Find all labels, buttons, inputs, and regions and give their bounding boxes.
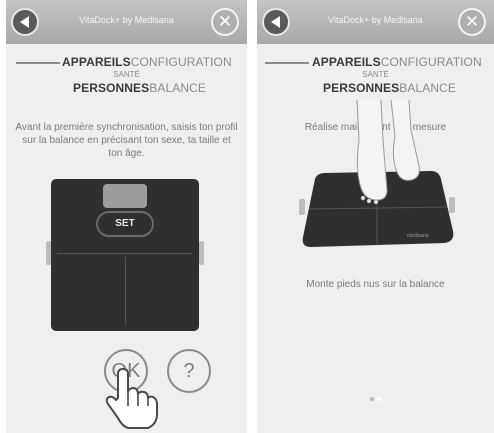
nav-configuration[interactable]: CONFIGURATION	[131, 55, 232, 69]
close-button[interactable]: ✕	[211, 8, 239, 36]
setup-screen-measure: VitaDock+ by Medisana ✕ APPAREILSCONFIGU…	[257, 0, 494, 433]
scale-brand: medisana	[407, 233, 429, 239]
page-dot	[370, 397, 374, 401]
nav-divider	[16, 62, 60, 64]
back-arrow-icon	[20, 16, 29, 28]
nav-personnes[interactable]: PERSONNES	[323, 81, 399, 95]
app-title: VitaDock+ by Medisana	[328, 15, 423, 25]
nav-balance[interactable]: BALANCE	[149, 81, 206, 95]
nav-appareils[interactable]: APPAREILS	[62, 55, 131, 69]
feet-icon	[356, 100, 420, 205]
nav-row-1: APPAREILSCONFIGURATION	[312, 55, 482, 69]
scale-divider	[57, 253, 193, 254]
nav-personnes[interactable]: PERSONNES	[73, 81, 149, 95]
breadcrumb-nav: APPAREILSCONFIGURATION SANTÉ PERSONNESBA…	[257, 52, 494, 100]
hand-pointer-icon	[105, 368, 158, 429]
app-title: VitaDock+ by Medisana	[79, 15, 174, 25]
close-button[interactable]: ✕	[458, 8, 486, 36]
nav-sante[interactable]: SANTÉ	[257, 70, 494, 79]
set-label: SET	[115, 218, 135, 229]
nav-appareils[interactable]: APPAREILS	[312, 55, 381, 69]
breadcrumb-nav: APPAREILSCONFIGURATION SANTÉ PERSONNESBA…	[6, 52, 247, 100]
help-label: ?	[183, 360, 195, 382]
nav-row-1: APPAREILSCONFIGURATION	[62, 55, 232, 69]
scale-electrode	[46, 241, 51, 265]
hint-text: Monte pieds nus sur la balance	[306, 279, 445, 290]
scale-divider	[125, 257, 126, 325]
back-button[interactable]	[11, 8, 39, 36]
nav-divider	[265, 62, 309, 64]
scale-illustration: SET	[46, 179, 204, 331]
scale-electrode	[199, 241, 204, 265]
close-icon: ✕	[464, 12, 480, 31]
nav-sante[interactable]: SANTÉ	[6, 70, 247, 79]
top-bar: VitaDock+ by Medisana ✕	[257, 0, 494, 44]
scale-display	[103, 184, 147, 208]
setup-screen-profile: VitaDock+ by Medisana ✕ APPAREILSCONFIGU…	[6, 0, 247, 433]
nav-row-2: PERSONNESBALANCE	[73, 81, 206, 95]
help-button[interactable]: ?	[167, 349, 211, 393]
nav-row-2: PERSONNESBALANCE	[323, 81, 456, 95]
page-dot-active	[377, 397, 381, 401]
nav-balance[interactable]: BALANCE	[399, 81, 456, 95]
close-icon: ✕	[217, 12, 233, 31]
nav-configuration[interactable]: CONFIGURATION	[381, 55, 482, 69]
page-indicator	[370, 388, 384, 406]
back-button[interactable]	[262, 8, 290, 36]
scale-set-button: SET	[96, 211, 154, 237]
back-arrow-icon	[271, 16, 280, 28]
top-bar: VitaDock+ by Medisana ✕	[6, 0, 247, 44]
instruction-text: Avant la première synchronisation, saisi…	[15, 122, 238, 159]
